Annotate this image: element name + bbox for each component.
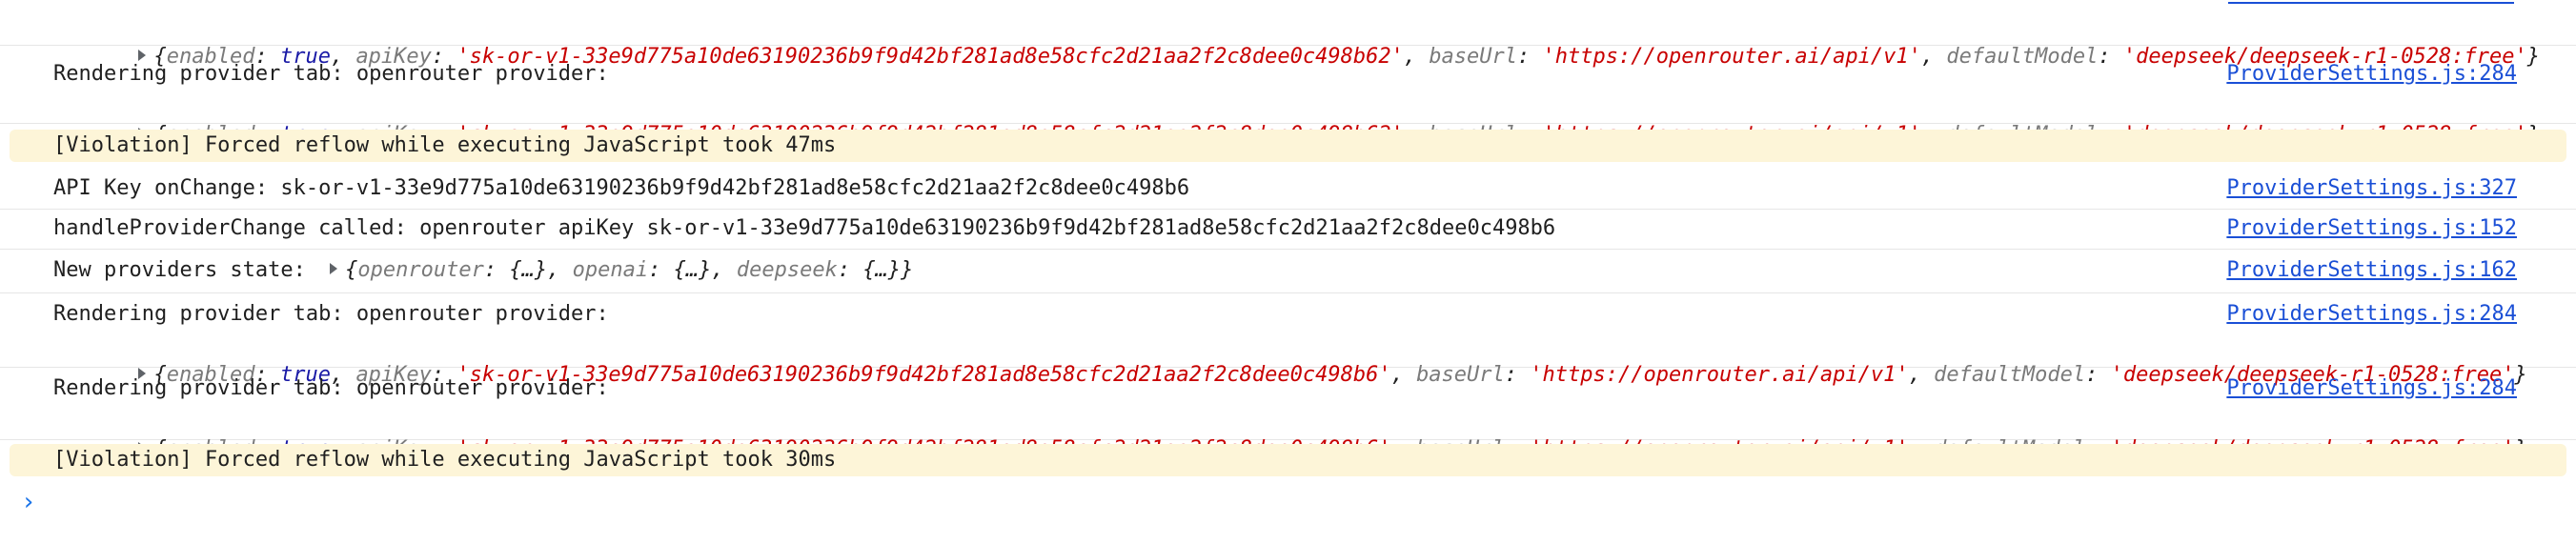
source-link[interactable]: ProviderSettings.js:284	[2226, 373, 2517, 404]
source-link[interactable]: ProviderSettings.js:152	[2226, 213, 2517, 244]
violation-message: [Violation] Forced reflow while executin…	[10, 444, 2566, 476]
log-text: Rendering provider tab: openrouter provi…	[53, 302, 609, 326]
violation-text: [Violation] Forced reflow while executin…	[53, 133, 837, 157]
log-text: New providers state: {openrouter: {…}, o…	[53, 258, 914, 282]
log-text: handleProviderChange called: openrouter …	[53, 216, 1556, 240]
violation-text: [Violation] Forced reflow while executin…	[53, 448, 837, 472]
log-text: API Key onChange: sk-or-v1-33e9d775a10de…	[53, 176, 1190, 200]
console-message: Rendering provider tab: openrouter provi…	[0, 368, 2576, 461]
console-message: Rendering provider tab: openrouter provi…	[0, 46, 2576, 147]
violation-message: [Violation] Forced reflow while executin…	[10, 130, 2566, 162]
expand-triangle-icon[interactable]	[330, 263, 338, 274]
devtools-console: {enabled: true, apiKey: 'sk-or-v1-33e9d7…	[0, 0, 2576, 544]
object-preview[interactable]: {enabled: true, apiKey: 'sk-or-v1-33e9d7…	[63, 11, 2540, 69]
console-message: Rendering provider tab: openrouter provi…	[0, 293, 2576, 387]
log-text: Rendering provider tab: openrouter provi…	[53, 376, 609, 400]
console-message: API Key onChange: sk-or-v1-33e9d775a10de…	[0, 168, 2576, 210]
object-preview[interactable]: {enabled: true, apiKey: 'sk-or-v1-33e9d7…	[63, 330, 2527, 387]
console-message: handleProviderChange called: openrouter …	[0, 210, 2576, 250]
source-link[interactable]: ProviderSettings.js:327	[2226, 173, 2517, 204]
source-link[interactable]: ProviderSettings.js:162	[2226, 255, 2517, 286]
cut-off-source-link	[2228, 0, 2514, 4]
source-link[interactable]: ProviderSettings.js:284	[2226, 299, 2517, 330]
state-object-preview[interactable]: {openrouter: {…}, openai: {…}, deepseek:…	[345, 258, 913, 282]
chevron-right-icon[interactable]: ›	[21, 488, 36, 516]
console-message: New providers state: {openrouter: {…}, o…	[0, 250, 2576, 293]
log-text: Rendering provider tab: openrouter provi…	[53, 62, 609, 86]
object-preview[interactable]: {enabled: true, apiKey: 'sk-or-v1-33e9d7…	[63, 90, 2540, 147]
source-link[interactable]: ProviderSettings.js:284	[2226, 59, 2517, 90]
object-preview[interactable]: {enabled: true, apiKey: 'sk-or-v1-33e9d7…	[63, 404, 2527, 461]
console-message: {enabled: true, apiKey: 'sk-or-v1-33e9d7…	[0, 0, 2576, 69]
